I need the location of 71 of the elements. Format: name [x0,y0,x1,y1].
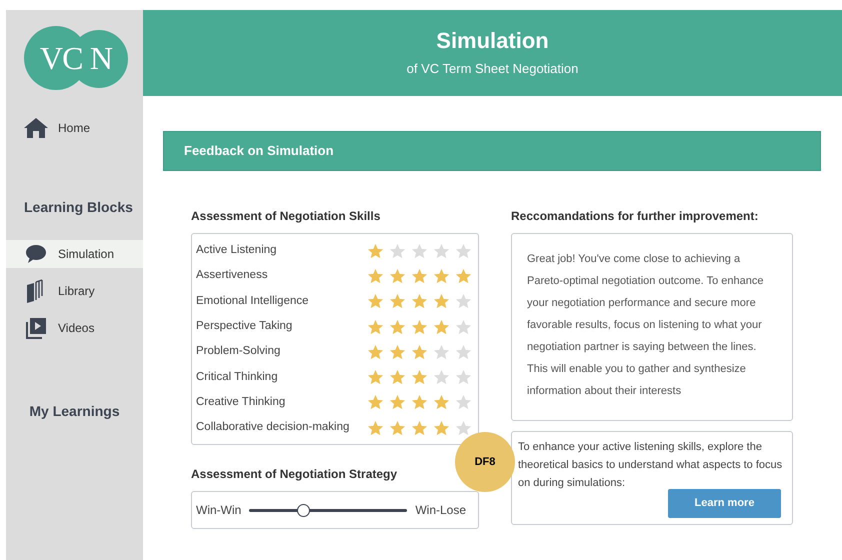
star-icon [389,344,406,360]
star-icon [411,420,428,436]
skill-name: Perspective Taking [196,318,292,334]
star-icon [367,369,384,386]
sidebar-item[interactable]: Home [6,114,143,142]
skill-name: Collaborative decision-making [196,420,350,436]
star-icon [455,420,472,436]
star-icon [367,394,384,410]
star-icon [367,420,384,436]
skill-name: Assertiveness [196,268,268,284]
sidebar-item[interactable]: Library [6,277,143,305]
strategy-slider[interactable] [249,504,408,517]
video-icon [25,317,47,339]
star-icon [411,293,428,310]
star-icon [411,268,428,284]
star-icon [367,268,384,284]
star-icon [433,420,450,436]
star-icon [433,268,450,284]
logo: VC N [24,26,128,90]
annotation-badge: DF8 [455,432,515,492]
page-subtitle: of VC Term Sheet Negotiation [406,60,578,78]
feedback-bar: Feedback on Simulation [163,131,821,171]
page-title: Simulation [436,27,549,56]
skill-name: Emotional Intelligence [196,294,309,309]
star-icon [455,242,472,259]
home-icon [24,118,48,138]
star-icon [411,318,428,335]
skill-name: Critical Thinking [196,370,278,384]
star-icon [389,394,406,410]
section-title: Reccomandations for further improvement: [511,208,760,225]
section-title: Assessment of Negotiation Strategy [191,466,398,484]
star-icon [455,394,472,410]
star-icon [411,242,428,259]
star-icon [433,242,450,259]
scale-label: Win-Lose [415,502,466,520]
star-icon [367,344,384,360]
star-icon [433,369,450,386]
star-icon [389,242,406,259]
star-icon [411,369,428,386]
star-icon [433,318,450,335]
star-icon [389,318,406,335]
sidebar-item[interactable]: Simulation [6,240,143,268]
sidebar-heading: Learning Blocks [23,198,134,217]
skill-name: Problem-Solving [196,344,280,360]
star-icon [455,293,472,310]
star-icon [389,420,406,436]
star-icon [411,344,428,360]
sidebar-item[interactable]: Videos [6,314,143,342]
star-icon [389,369,406,386]
star-icon [411,394,428,410]
scale-label: Win-Win [196,502,242,520]
slider-thumb[interactable] [297,504,310,517]
star-icon [455,369,472,386]
section-title: Assessment of Negotiation Skills [191,208,382,225]
skill-name: Active Listening [196,243,277,258]
star-icon [455,344,472,360]
star-icon [367,293,384,310]
star-icon [389,268,406,284]
recommendation-text: Great job! You've come close to achieving a Pareto-optimal negotiation outcome. To enhance your negotiation performance and secure more favorable results, focus on listening to what your negotiation partner is saying between the lines. This will enable you to gather and synthesize information about their interests [527,252,764,399]
star-icon [455,268,472,284]
star-icon [433,394,450,410]
skill-name: Creative Thinking [196,394,286,410]
speech-bubble-icon [25,244,47,264]
star-icon [455,318,472,335]
sidebar-heading: My Learnings [28,402,121,421]
tip-text: To enhance your active listening skills, explore the theoretical basics to understand what aspects to focus on during simulations: [518,440,784,491]
star-icon [367,242,384,259]
star-icon [433,293,450,310]
star-icon [367,318,384,335]
star-icon [433,344,450,360]
star-icon [389,293,406,310]
